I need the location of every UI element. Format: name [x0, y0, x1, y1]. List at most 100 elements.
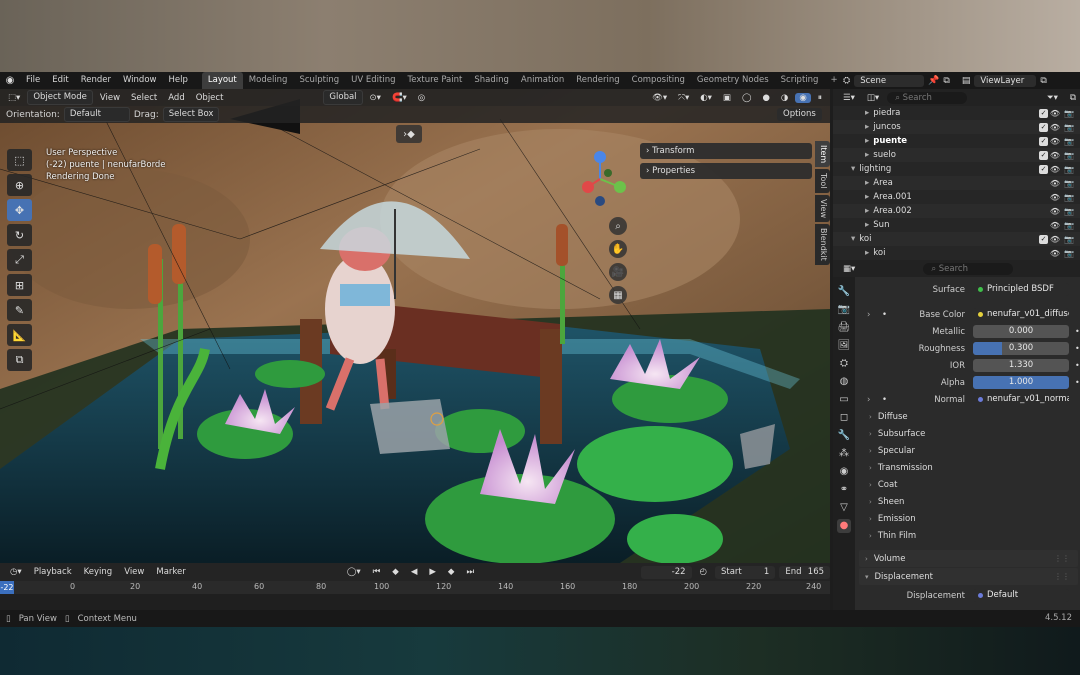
- world-tab-icon[interactable]: ◍: [837, 375, 851, 389]
- jump-start-icon[interactable]: ⏮: [369, 567, 385, 577]
- thin-film-subpanel[interactable]: › Thin Film: [857, 527, 1080, 544]
- sidebar-tab-item[interactable]: Item: [815, 141, 830, 168]
- sidebar-tab-blendkit[interactable]: Blendkit: [815, 223, 830, 265]
- sheen-subpanel[interactable]: › Sheen: [857, 493, 1080, 510]
- proportional-edit-icon[interactable]: ◎: [414, 93, 429, 103]
- menu-add[interactable]: Add: [164, 93, 188, 103]
- tab-texture-paint[interactable]: Texture Paint: [402, 72, 469, 89]
- sidebar-tab-view[interactable]: View: [815, 194, 830, 222]
- output-tab-icon[interactable]: 🖨: [837, 321, 851, 335]
- outliner-row[interactable]: ▸ Area 👁 📷: [833, 176, 1080, 190]
- scale-tool-icon[interactable]: ⤢: [7, 249, 32, 271]
- alpha-slider[interactable]: 1.000: [973, 376, 1069, 389]
- outliner-row[interactable]: ▸ Sun 👁 📷: [833, 218, 1080, 232]
- tab-compositing[interactable]: Compositing: [626, 72, 691, 89]
- keyframe-dot-icon[interactable]: •: [1075, 327, 1080, 336]
- pivot-icon[interactable]: ⊙▾: [366, 93, 385, 103]
- add-cube-tool-icon[interactable]: ⧉: [7, 349, 32, 371]
- camera-view-icon[interactable]: 🎥: [609, 263, 627, 281]
- transform-orientation-dropdown[interactable]: Global: [323, 90, 363, 105]
- menu-file[interactable]: File: [20, 72, 46, 89]
- drag-dropdown[interactable]: Select Box: [162, 107, 220, 122]
- timeline-ruler[interactable]: 0 20 40 60 80 100 120 140 160 180 200 22…: [0, 581, 830, 594]
- keyframe-dot-icon[interactable]: •: [1075, 378, 1080, 387]
- properties-editor-icon[interactable]: ▦▾: [839, 264, 859, 274]
- prev-keyframe-icon[interactable]: ◆: [388, 567, 403, 577]
- play-icon[interactable]: ▶: [425, 567, 440, 577]
- constraints-tab-icon[interactable]: ⚭: [837, 483, 851, 497]
- playhead[interactable]: -22: [0, 581, 14, 594]
- autokey-icon[interactable]: ◯▾: [343, 567, 365, 577]
- tab-geometry-nodes[interactable]: Geometry Nodes: [691, 72, 775, 89]
- add-workspace-button[interactable]: +: [824, 72, 843, 89]
- sidebar-tab-tool[interactable]: Tool: [815, 169, 830, 193]
- menu-render[interactable]: Render: [75, 72, 117, 89]
- physics-tab-icon[interactable]: ◉: [837, 465, 851, 479]
- outliner-search-input[interactable]: ⌕ Search: [887, 91, 968, 104]
- jump-end-icon[interactable]: ⏭: [462, 567, 478, 577]
- options-dropdown[interactable]: Options: [777, 108, 822, 121]
- scene-tab-icon[interactable]: ⛭: [837, 357, 851, 371]
- tab-layout[interactable]: Layout: [201, 72, 243, 89]
- filter-icon[interactable]: ⏷▾: [1043, 93, 1062, 103]
- keyframe-dot-icon[interactable]: •: [1075, 344, 1080, 353]
- ior-field[interactable]: 1.330: [973, 359, 1069, 372]
- tab-sculpting[interactable]: Sculpting: [293, 72, 345, 89]
- render-tab-icon[interactable]: 📷: [837, 303, 851, 317]
- addon-panel-icon[interactable]: ›◆: [396, 125, 422, 143]
- menu-object[interactable]: Object: [192, 93, 228, 103]
- snap-icon[interactable]: 🧲▾: [388, 93, 411, 103]
- timeline-editor-icon[interactable]: ◷▾: [6, 567, 26, 577]
- mode-dropdown[interactable]: Object Mode: [27, 90, 93, 105]
- clock-icon[interactable]: ◴: [696, 567, 711, 577]
- menu-view[interactable]: View: [96, 93, 124, 103]
- tab-modeling[interactable]: Modeling: [243, 72, 294, 89]
- tab-animation[interactable]: Animation: [515, 72, 570, 89]
- pause-render-icon[interactable]: ⏸: [814, 93, 826, 103]
- properties-search-input[interactable]: ⌕ Search: [923, 262, 1014, 275]
- shading-material-icon[interactable]: ◑: [777, 93, 792, 103]
- menu-window[interactable]: Window: [117, 72, 163, 89]
- move-tool-icon[interactable]: ✥: [7, 199, 32, 221]
- displacement-panel[interactable]: ▾ Displacement ⋮⋮: [859, 568, 1078, 585]
- shading-solid-icon[interactable]: ●: [758, 93, 773, 103]
- normal-texture-field[interactable]: nenufar_v01_normal.png: [973, 393, 1069, 406]
- transmission-subpanel[interactable]: › Transmission: [857, 459, 1080, 476]
- annotate-tool-icon[interactable]: ✎: [7, 299, 32, 321]
- play-reverse-icon[interactable]: ◀: [407, 567, 422, 577]
- menu-select[interactable]: Select: [127, 93, 161, 103]
- 3d-viewport[interactable]: ⬚▾ Object Mode View Select Add Object Gl…: [0, 89, 830, 563]
- shading-wireframe-icon[interactable]: ◯: [738, 93, 756, 103]
- outliner-row[interactable]: ▸ koi 👁 📷: [833, 246, 1080, 260]
- playback-menu[interactable]: Playback: [30, 567, 76, 577]
- outliner-row[interactable]: ▸ Area.001 👁 📷: [833, 190, 1080, 204]
- outliner-row[interactable]: ▸ Area.002 👁 📷: [833, 204, 1080, 218]
- outliner-row[interactable]: ▾ koi ✓ 👁 📷: [833, 232, 1080, 246]
- gizmo-icon[interactable]: ⤧▾: [674, 93, 693, 103]
- pan-hand-icon[interactable]: ✋: [609, 240, 627, 258]
- menu-edit[interactable]: Edit: [46, 72, 74, 89]
- grid-ortho-icon[interactable]: ▦: [609, 286, 627, 304]
- view-layer-icon[interactable]: ▤: [962, 76, 971, 86]
- modifier-tab-icon[interactable]: 🔧: [837, 429, 851, 443]
- view-layer-tab-icon[interactable]: 🖼: [837, 339, 851, 353]
- rotate-tool-icon[interactable]: ↻: [7, 224, 32, 246]
- volume-panel[interactable]: › Volume ⋮⋮: [859, 550, 1078, 567]
- visibility-icon[interactable]: 👁▾: [648, 93, 671, 103]
- transform-section[interactable]: › Transform: [640, 143, 812, 159]
- expand-icon[interactable]: ›: [867, 395, 870, 405]
- metallic-slider[interactable]: 0.000: [973, 325, 1069, 338]
- new-scene-icon[interactable]: ⧉: [943, 76, 949, 86]
- transform-tool-icon[interactable]: ⊞: [7, 274, 32, 296]
- tab-shading[interactable]: Shading: [468, 72, 515, 89]
- tab-uv-editing[interactable]: UV Editing: [345, 72, 401, 89]
- blender-logo-icon[interactable]: ◉: [0, 75, 20, 86]
- outliner-row[interactable]: ▾ lighting ✓ 👁 📷: [833, 162, 1080, 176]
- keyframe-dot-icon[interactable]: •: [1075, 361, 1080, 370]
- material-tab-icon[interactable]: ●: [837, 519, 851, 533]
- overlay-icon[interactable]: ◐▾: [696, 93, 716, 103]
- tab-scripting[interactable]: Scripting: [775, 72, 825, 89]
- measure-tool-icon[interactable]: 📐: [7, 324, 32, 346]
- orientation-dropdown[interactable]: Default: [63, 107, 130, 122]
- new-view-layer-icon[interactable]: ⧉: [1040, 76, 1046, 86]
